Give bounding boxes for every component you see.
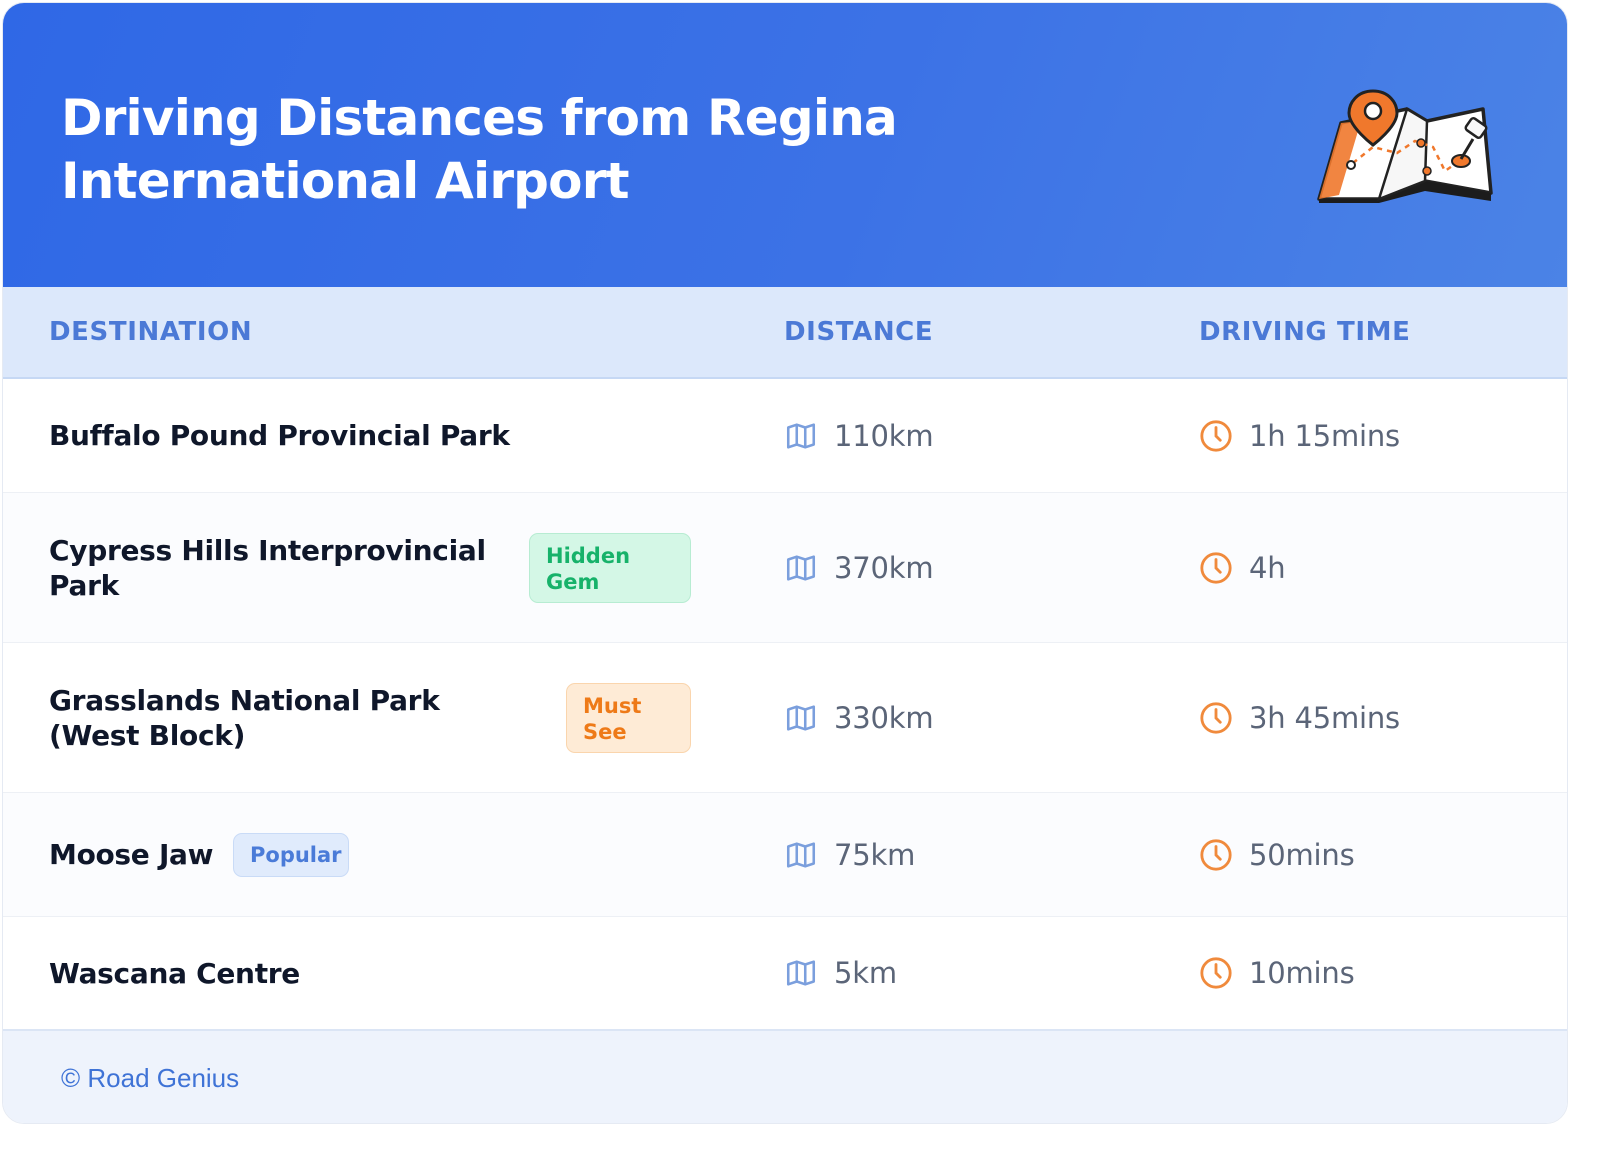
- time-cell: 10mins: [1199, 917, 1355, 1029]
- destination-cell: Grasslands National Park (West Block): [49, 643, 539, 792]
- time-value: 50mins: [1249, 837, 1355, 872]
- card-footer: © Road Genius: [3, 1029, 1567, 1123]
- time-value: 10mins: [1249, 956, 1355, 990]
- column-header-distance: DISTANCE: [784, 317, 934, 347]
- distance-value: 75km: [834, 837, 916, 872]
- destination-cell: Moose Jaw: [49, 793, 214, 916]
- destination-name: Wascana Centre: [49, 956, 300, 990]
- table-row: Buffalo Pound Provincial Park 110km 1h 1…: [3, 379, 1567, 493]
- clock-icon: [1200, 838, 1232, 871]
- clock-icon: [1200, 551, 1232, 584]
- time-cell: 1h 15mins: [1199, 379, 1400, 492]
- map-icon: [786, 960, 816, 986]
- table-row: Grasslands National Park (West Block) Mu…: [3, 643, 1567, 793]
- distance-value: 330km: [834, 700, 934, 735]
- must-see-badge: Must See: [566, 683, 691, 753]
- table-row: Cypress Hills Interprovincial Park Hidde…: [3, 493, 1567, 643]
- time-value: 4h: [1249, 550, 1286, 585]
- distance-cell: 75km: [784, 793, 915, 916]
- hidden-gem-badge: Hidden Gem: [529, 533, 691, 603]
- copyright-text: © Road Genius: [61, 1063, 240, 1093]
- card-header: Driving Distances from Regina Internatio…: [3, 3, 1567, 287]
- time-cell: 4h: [1199, 493, 1286, 642]
- clock-icon: [1200, 701, 1232, 734]
- map-icon: [786, 422, 816, 449]
- destination-cell: Cypress Hills Interprovincial Park: [49, 493, 499, 642]
- distance-cell: 110km: [784, 379, 934, 492]
- map-icon: [786, 704, 816, 731]
- column-header-destination: DESTINATION: [49, 317, 253, 347]
- distance-cell: 330km: [784, 643, 934, 792]
- distance-cell: 370km: [784, 493, 934, 642]
- popular-badge: Popular: [233, 833, 349, 877]
- destination-cell: Buffalo Pound Provincial Park: [49, 379, 510, 492]
- table-row: Wascana Centre 5km 10mins: [3, 917, 1567, 1029]
- time-value: 3h 45mins: [1249, 700, 1400, 735]
- distance-value: 110km: [834, 418, 934, 453]
- destination-cell: Wascana Centre: [49, 917, 300, 1029]
- distance-value: 5km: [834, 956, 897, 990]
- time-cell: 3h 45mins: [1199, 643, 1400, 792]
- map-icon: [786, 554, 816, 581]
- table-header: DESTINATION DISTANCE DRIVING TIME: [3, 287, 1567, 379]
- distance-card: Driving Distances from Regina Internatio…: [2, 2, 1568, 1124]
- map-pin-icon: [1317, 89, 1493, 203]
- clock-icon: [1200, 419, 1232, 452]
- time-value: 1h 15mins: [1249, 418, 1400, 453]
- table-row: Moose Jaw Popular 75km 50mins: [3, 793, 1567, 917]
- destination-name: Grasslands National Park (West Block): [49, 683, 440, 752]
- distance-cell: 5km: [784, 917, 897, 1029]
- destination-name: Cypress Hills Interprovincial Park: [49, 533, 486, 602]
- column-header-driving-time: DRIVING TIME: [1199, 317, 1411, 347]
- distance-value: 370km: [834, 550, 934, 585]
- clock-icon: [1200, 957, 1232, 989]
- map-icon: [786, 841, 816, 868]
- destination-name: Moose Jaw: [49, 838, 214, 871]
- destination-name: Buffalo Pound Provincial Park: [49, 419, 510, 452]
- time-cell: 50mins: [1199, 793, 1355, 916]
- page-title: Driving Distances from Regina Internatio…: [61, 89, 898, 210]
